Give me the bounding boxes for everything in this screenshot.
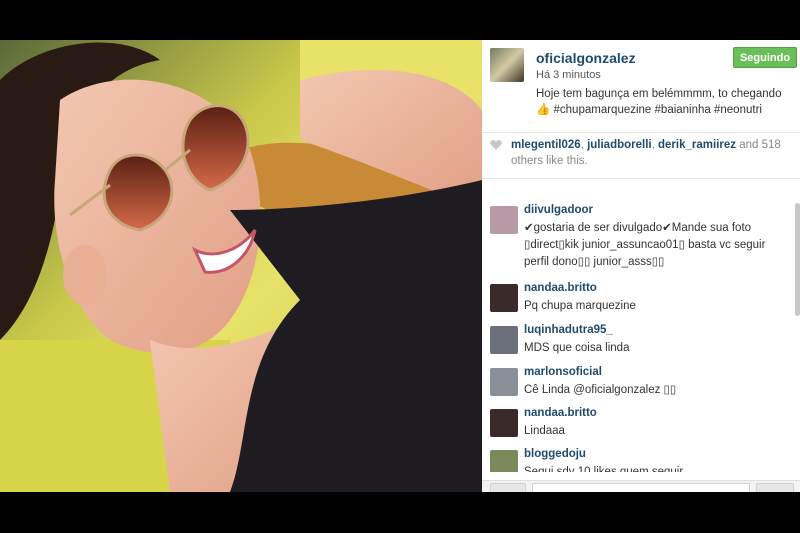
like-user-3[interactable]: derik_ramiirez (658, 139, 736, 151)
comment-text: MDS que coisa linda (524, 342, 630, 354)
like-user-1[interactable]: mlegentil026 (511, 139, 581, 151)
comment-username[interactable]: nandaa.britto (524, 407, 597, 419)
comment-username[interactable]: diivulgadoor (524, 204, 593, 216)
comments-scrollbar[interactable] (795, 203, 800, 316)
comment-avatar[interactable] (490, 326, 518, 354)
comment-avatar[interactable] (490, 450, 518, 472)
post-time: Há 3 minutos (536, 69, 601, 81)
comment-username[interactable]: nandaa.britto (524, 282, 597, 294)
avatar[interactable] (490, 48, 524, 82)
comment-avatar[interactable] (490, 409, 518, 437)
comment-input[interactable] (532, 483, 750, 492)
post-header: oficialgonzalez Há 3 minutos Hoje tem ba… (482, 40, 800, 133)
like-user-2[interactable]: juliadborelli (587, 139, 652, 151)
follow-button[interactable]: Seguindo (733, 47, 797, 68)
comment-avatar[interactable] (490, 206, 518, 234)
comment-text: Pq chupa marquezine (524, 300, 636, 312)
comment-username[interactable]: luqinhadutra95_ (524, 324, 613, 336)
photo-illustration (0, 40, 482, 492)
heart-icon[interactable] (490, 139, 502, 151)
like-button[interactable] (490, 483, 526, 492)
post-photo[interactable] (0, 40, 482, 492)
comment-avatar[interactable] (490, 368, 518, 396)
post-username[interactable]: oficialgonzalez (536, 50, 636, 66)
likes-text: mlegentil026, juliadborelli, derik_ramii… (511, 139, 781, 167)
post-sidebar: oficialgonzalez Há 3 minutos Hoje tem ba… (482, 40, 800, 492)
comment-text: Lindaaa (524, 425, 565, 437)
instagram-embed: oficialgonzalez Há 3 minutos Hoje tem ba… (0, 40, 800, 492)
comment-avatar[interactable] (490, 284, 518, 312)
likes-section: mlegentil026, juliadborelli, derik_ramii… (482, 132, 800, 179)
comments-list: diivulgadoor ✔gostaria de ser divulgado✔… (482, 200, 794, 472)
comment-footer (482, 480, 800, 492)
comment-text: Cê Linda @oficialgonzalez ▯▯ (524, 384, 677, 396)
comment-username[interactable]: bloggedoju (524, 448, 586, 460)
comment-text: ✔gostaria de ser divulgado✔Mande sua fot… (524, 222, 766, 268)
post-caption: Hoje tem bagunça em belémmmm, to chegand… (536, 88, 782, 116)
more-button[interactable] (756, 483, 794, 492)
comment-text: Segui sdv 10 likes quem seguir (524, 466, 684, 472)
comment-username[interactable]: marlonsoficial (524, 366, 602, 378)
